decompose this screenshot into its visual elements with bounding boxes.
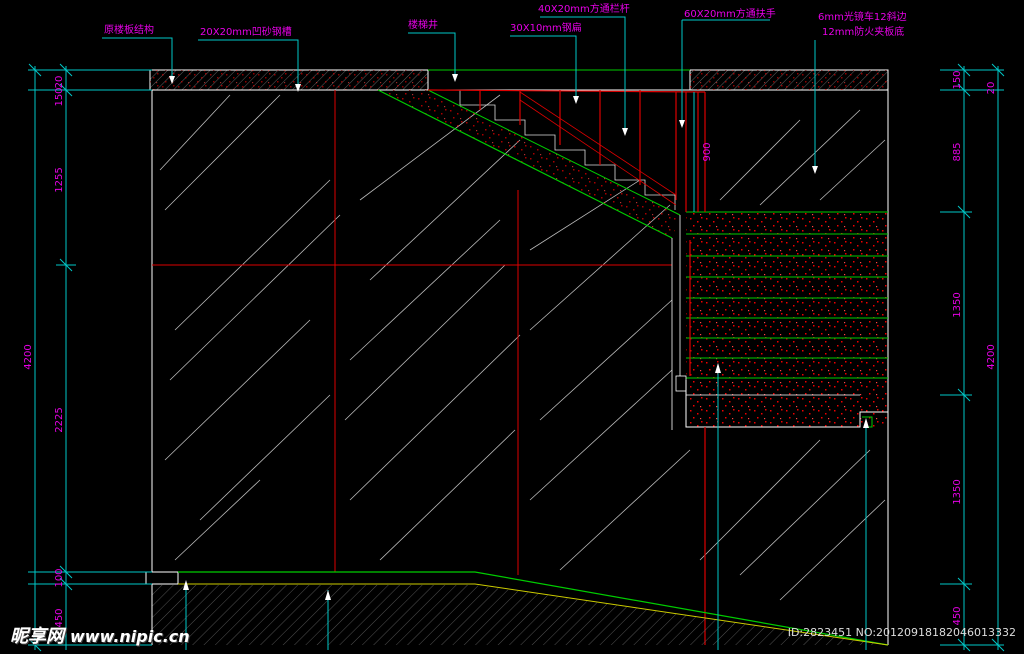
label-balustrade: 40X20mm方通栏杆 — [538, 2, 630, 15]
dim-right-20: 20 — [986, 82, 997, 95]
label-handrail: 60X20mm方通扶手 — [684, 7, 776, 20]
dim-left-20: 20 — [54, 76, 65, 89]
label-sand-channel: 20X20mm凹砂钢槽 — [200, 25, 292, 38]
left-dimension-values: 20 150 1255 2225 100 450 4200 — [23, 76, 65, 628]
label-original-structure: 原楼板结构 — [104, 23, 154, 36]
dim-right-150: 150 — [952, 70, 963, 89]
watermark-url: www.nipic.cn — [70, 627, 190, 646]
dim-right-450: 450 — [952, 606, 963, 625]
watermark-brand-text: 昵享网 — [10, 626, 64, 647]
dim-right-885: 885 — [952, 142, 963, 161]
label-glass-line2: 12mm防火夹板底 — [822, 25, 904, 38]
dim-left-1255: 1255 — [54, 167, 65, 192]
dim-rail-900: 900 — [702, 142, 713, 161]
label-stairwell: 楼梯井 — [408, 18, 438, 31]
watermark-brand: 昵享网 www.nipic.cn — [10, 622, 190, 648]
dim-right-1350-a: 1350 — [952, 292, 963, 317]
cad-elevation-drawing: 原楼板结构 20X20mm凹砂钢槽 楼梯井 40X20mm方通栏杆 30X10m… — [23, 2, 1005, 652]
dim-left-150: 150 — [54, 87, 65, 106]
dim-right-total: 4200 — [986, 344, 997, 369]
stair-section — [377, 89, 681, 239]
ground-section — [145, 571, 889, 646]
top-slab-group — [149, 69, 889, 91]
left-dimension-chain — [28, 63, 152, 652]
callout-labels: 原楼板结构 20X20mm凹砂钢槽 楼梯井 40X20mm方通栏杆 30X10m… — [104, 2, 907, 38]
dim-left-2225: 2225 — [54, 407, 65, 432]
dim-left-total: 4200 — [23, 344, 34, 369]
label-glass-line1: 6mm光镜车12斜边 — [818, 10, 907, 23]
dim-right-1350-b: 1350 — [952, 479, 963, 504]
landing-platform — [671, 211, 888, 430]
label-steel-flat: 30X10mm钢扁 — [510, 21, 582, 34]
red-panel-grid — [152, 90, 672, 575]
watermark-id: ID:2823451 NO:20120918182046013332 — [787, 626, 1016, 639]
dim-left-100: 100 — [54, 568, 65, 587]
